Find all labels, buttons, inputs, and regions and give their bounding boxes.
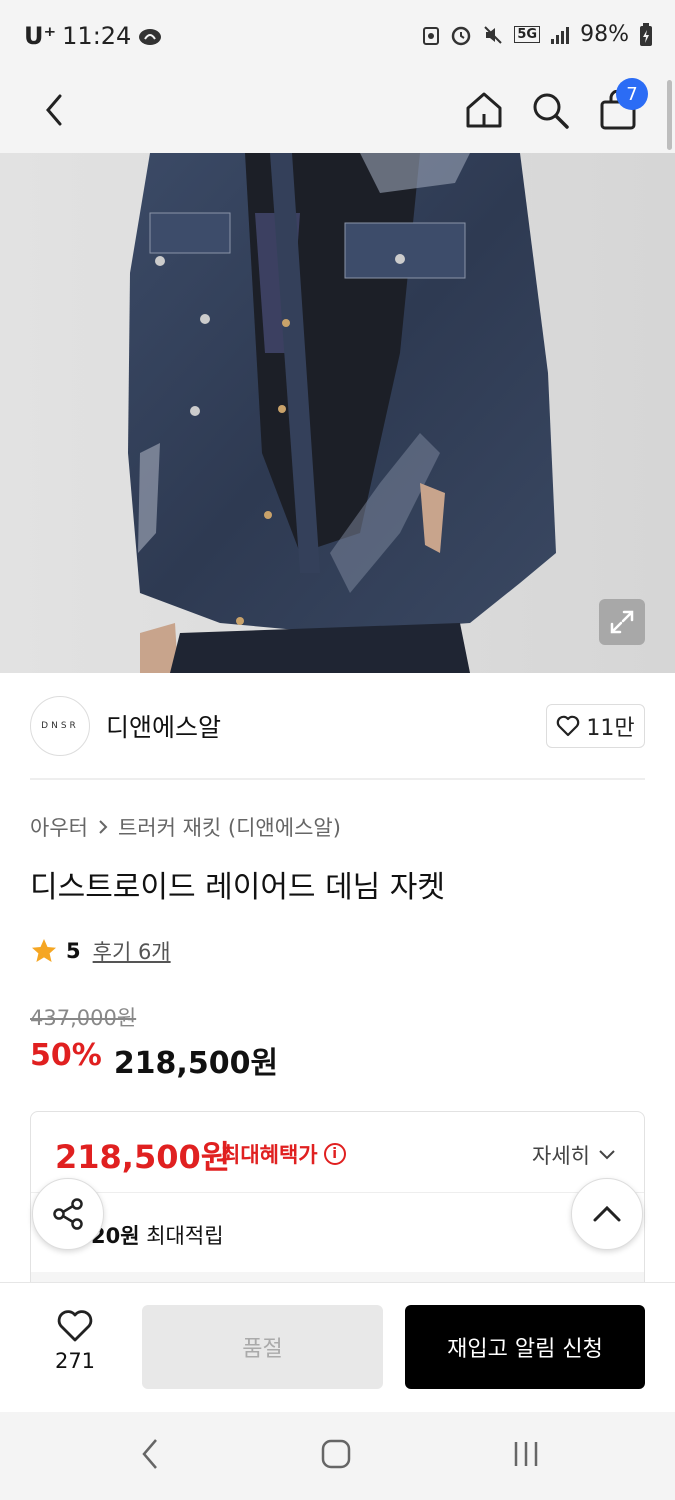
scroll-indicator [667, 80, 672, 150]
info-icon: i [323, 1143, 346, 1165]
restock-alert-button[interactable]: 재입고 알림 신청 [405, 1305, 645, 1389]
recycle-icon [423, 26, 440, 45]
carrier-label: U⁺ [24, 22, 57, 50]
rating: 5 후기 6개 [30, 936, 171, 966]
cart-count-badge: 7 [616, 78, 648, 110]
back-icon [142, 1439, 157, 1469]
cart-button[interactable]: 7 [594, 78, 648, 140]
product-image[interactable] [0, 153, 675, 673]
back-button[interactable] [30, 80, 78, 140]
soldout-button[interactable]: 품절 [142, 1305, 383, 1389]
detail-label: 자세히 [532, 1144, 590, 1168]
product-photo-denim-jacket [0, 153, 675, 673]
heart-icon [57, 1310, 93, 1342]
top-nav-bar: 7 [0, 76, 675, 154]
signal-icon [551, 26, 570, 44]
expand-icon [610, 610, 634, 634]
search-button[interactable] [526, 80, 574, 140]
share-button[interactable] [32, 1178, 104, 1250]
mute-icon [484, 25, 503, 44]
home-circle-icon [321, 1439, 351, 1469]
rating-score: 5 [66, 939, 81, 963]
brand-logo[interactable]: DNSR [30, 696, 90, 756]
network-type: 5G [514, 26, 541, 43]
sale-price: 218,500원 [113, 1046, 279, 1081]
points-row: 20원 최대적립 [91, 1220, 224, 1250]
discount-rate: 50% [30, 1038, 102, 1073]
benefit-box: 218,500원 최대혜택가 i 자세히 20원 최대적립 [30, 1111, 645, 1311]
battery-icon [640, 22, 652, 46]
clock: 11:24 [62, 22, 132, 50]
points-label: 최대적립 [146, 1224, 224, 1248]
brand-name[interactable]: 디앤에스알 [106, 708, 221, 744]
star-icon [32, 939, 56, 962]
chevron-left-icon [46, 94, 62, 126]
status-right: 5G 98% [422, 22, 653, 47]
system-home-button[interactable] [312, 1430, 360, 1478]
breadcrumb: 아우터 트러커 재킷 (디앤에스알) [30, 812, 341, 842]
status-left: U⁺ 11:24 [24, 22, 163, 50]
scroll-top-button[interactable] [571, 1178, 643, 1250]
wishlist-button[interactable]: 271 [40, 1309, 110, 1373]
benefit-divider [31, 1192, 644, 1193]
max-benefit-price: 218,500원 [55, 1138, 231, 1176]
share-icon [53, 1198, 83, 1230]
expand-image-button[interactable] [599, 599, 645, 645]
wishlist-count: 271 [54, 1349, 96, 1373]
original-price: 437,000원 [30, 1006, 137, 1030]
system-back-button[interactable] [126, 1430, 174, 1478]
brand-like-count: 11만 [586, 716, 635, 741]
benefit-detail-button[interactable]: 자세히 [532, 1140, 616, 1170]
cloud-icon [139, 29, 162, 45]
breadcrumb-item-category[interactable]: 아우터 [30, 812, 88, 842]
system-recents-button[interactable] [502, 1430, 550, 1478]
status-bar: U⁺ 11:24 5G 98% [0, 0, 675, 76]
system-nav-bar [0, 1412, 675, 1500]
price-row: 50% 218,500원 [30, 1038, 278, 1082]
max-benefit-text: 최대혜택가 [221, 1143, 318, 1167]
recents-icon [514, 1442, 538, 1466]
chevron-right-icon [99, 820, 108, 834]
product-title: 디스트로이드 레이어드 데님 자켓 [30, 870, 446, 905]
bottom-action-bar: 271 품절 재입고 알림 신청 [0, 1282, 675, 1412]
brand-like-button[interactable]: 11만 [546, 704, 645, 748]
battery-percent: 98% [580, 22, 629, 47]
divider [30, 778, 645, 780]
chevron-down-icon [599, 1150, 615, 1160]
heart-icon [557, 715, 580, 737]
home-icon [466, 92, 502, 128]
review-link[interactable]: 후기 6개 [93, 936, 171, 966]
alarm-icon [452, 26, 471, 45]
breadcrumb-item-subcategory[interactable]: 트러커 재킷 (디앤에스알) [118, 812, 341, 842]
home-button[interactable] [460, 80, 508, 140]
brand-logo-text: DNSR [41, 721, 79, 731]
search-icon [533, 93, 569, 129]
chevron-up-icon [593, 1205, 621, 1222]
max-benefit-label[interactable]: 최대혜택가 i [221, 1139, 346, 1169]
